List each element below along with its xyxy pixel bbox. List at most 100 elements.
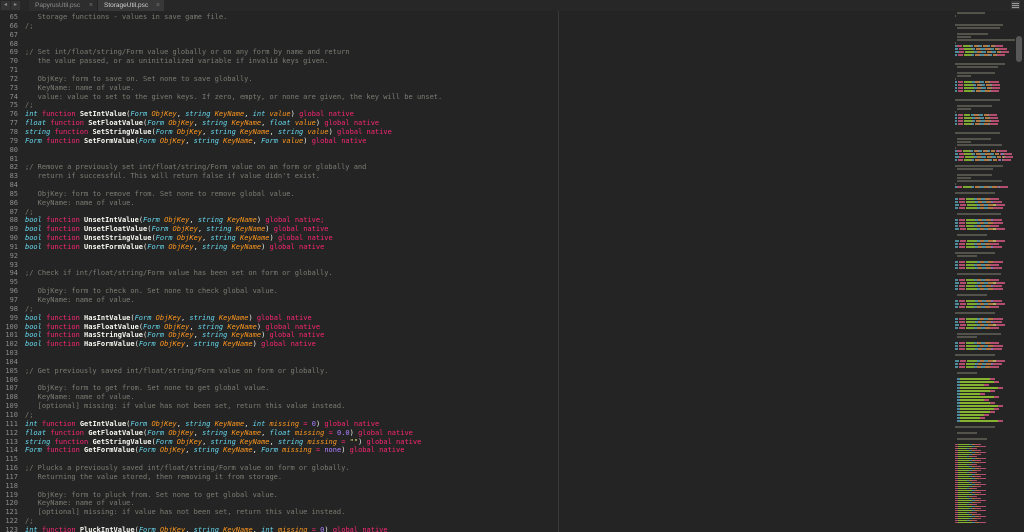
code-text: Returning the value stored, then removin… [25, 473, 282, 482]
minimap-segment [958, 474, 972, 475]
code-line[interactable]: 111int function GetIntValue(Form ObjKey,… [0, 420, 1024, 429]
minimap-segment [955, 264, 958, 266]
minimap-segment [955, 318, 958, 320]
code-line[interactable]: 79Form function SetFormValue(Form ObjKey… [0, 137, 1024, 146]
minimap-segment [955, 285, 958, 287]
code-line[interactable]: 78string function SetStringValue(Form Ob… [0, 128, 1024, 137]
code-line[interactable]: 95 [0, 278, 1024, 287]
code-line[interactable]: 87/; [0, 208, 1024, 217]
code-line[interactable]: 89bool function UnsetFloatValue(Form Obj… [0, 225, 1024, 234]
minimap-segment [972, 504, 977, 505]
minimap[interactable] [955, 12, 1015, 532]
code-line[interactable]: 90bool function UnsetStringValue(Form Ob… [0, 234, 1024, 243]
line-number: 71 [0, 66, 18, 75]
code-line[interactable]: 74 value: value to set to the given keys… [0, 93, 1024, 102]
code-editing-area[interactable]: 65 Storage functions - values in save ga… [0, 11, 1024, 532]
minimap-segment [975, 470, 981, 471]
code-line[interactable]: 96 ObjKey: form to check on. Set none to… [0, 287, 1024, 296]
minimap-segment [990, 81, 999, 83]
code-line[interactable]: 80 [0, 146, 1024, 155]
code-line[interactable]: 97 KeyName: name of value. [0, 296, 1024, 305]
code-line[interactable]: 120 KeyName: name of value. [0, 499, 1024, 508]
code-line[interactable]: 68 [0, 40, 1024, 49]
code-line[interactable]: 91bool function UnsetFormValue(Form ObjK… [0, 243, 1024, 252]
minimap-segment [966, 366, 974, 368]
code-line[interactable]: 121 [optional] missing: if value has not… [0, 508, 1024, 517]
code-line[interactable]: 84 [0, 181, 1024, 190]
code-line[interactable]: 103 [0, 349, 1024, 358]
code-line[interactable]: 101bool function HasStringValue(Form Obj… [0, 331, 1024, 340]
code-line[interactable]: 123int function PluckIntValue(Form ObjKe… [0, 526, 1024, 532]
scrollbar-thumb[interactable] [1016, 36, 1022, 62]
code-line[interactable]: 83 return if successful. This will retur… [0, 172, 1024, 181]
code-line[interactable]: 92 [0, 252, 1024, 261]
minimap-segment [960, 420, 998, 422]
minimap-segment [966, 261, 977, 263]
code-line[interactable]: 65 Storage functions - values in save ga… [0, 13, 1024, 22]
code-line[interactable]: 99bool function HasIntValue(Form ObjKey,… [0, 314, 1024, 323]
code-line[interactable]: 88bool function UnsetIntValue(Form ObjKe… [0, 216, 1024, 225]
code-line[interactable]: 93 [0, 261, 1024, 270]
code-line[interactable]: 82;/ Remove a previously set int/float/s… [0, 163, 1024, 172]
minimap-segment [966, 264, 974, 266]
overflow-menu-icon[interactable] [1011, 1, 1020, 9]
code-line[interactable]: 107 ObjKey: form to get from. Set none t… [0, 384, 1024, 393]
tab-scroll-right-icon[interactable]: ▸ [11, 1, 20, 10]
code-line[interactable]: 86 KeyName: name of value. [0, 199, 1024, 208]
code-line[interactable]: 102bool function HasFormValue(Form ObjKe… [0, 340, 1024, 349]
code-line[interactable]: 66/; [0, 22, 1024, 31]
code-text: bool function HasFloatValue(Form ObjKey,… [25, 323, 320, 332]
code-line[interactable]: 122/; [0, 517, 1024, 526]
code-line[interactable]: 81 [0, 155, 1024, 164]
code-line[interactable]: 108 KeyName: name of value. [0, 393, 1024, 402]
minimap-segment [959, 264, 965, 266]
code-line[interactable]: 117 Returning the value stored, then rem… [0, 473, 1024, 482]
code-line[interactable]: 98/; [0, 305, 1024, 314]
code-line[interactable]: 72 ObjKey: form to save on. Set none to … [0, 75, 1024, 84]
code-line[interactable]: 119 ObjKey: form to pluck from. Set none… [0, 491, 1024, 500]
minimap-segment [1000, 186, 1008, 188]
code-line[interactable]: 69;/ Set int/float/string/Form value glo… [0, 48, 1024, 57]
code-line[interactable]: 76int function SetIntValue(Form ObjKey, … [0, 110, 1024, 119]
tab-scroll-left-icon[interactable]: ◂ [1, 1, 10, 10]
minimap-segment [964, 153, 972, 155]
tab-papyrusutil[interactable]: PapyrusUtil.psc × [29, 0, 98, 11]
code-line[interactable]: 112float function GetFloatValue(Form Obj… [0, 429, 1024, 438]
code-line[interactable]: 106 [0, 376, 1024, 385]
line-number: 78 [0, 128, 18, 137]
code-line[interactable]: 94;/ Check if int/float/string/Form valu… [0, 269, 1024, 278]
code-line[interactable]: 116;/ Plucks a previously saved int/floa… [0, 464, 1024, 473]
code-line[interactable]: 104 [0, 358, 1024, 367]
code-line[interactable]: 85 ObjKey: form to remove from. Set none… [0, 190, 1024, 199]
code-line[interactable]: 115 [0, 455, 1024, 464]
code-line[interactable]: 75/; [0, 101, 1024, 110]
code-line[interactable]: 113string function GetStringValue(Form O… [0, 438, 1024, 447]
scrollbar-track[interactable] [1016, 11, 1024, 532]
code-line[interactable]: 73 KeyName: name of value. [0, 84, 1024, 93]
minimap-segment [959, 207, 965, 209]
close-icon[interactable]: × [89, 2, 93, 9]
minimap-segment [979, 506, 986, 507]
minimap-segment [957, 141, 971, 143]
code-text: /; [25, 101, 33, 110]
minimap-segment [974, 87, 976, 89]
code-line[interactable]: 67 [0, 31, 1024, 40]
code-line[interactable]: 114Form function GetFormValue(Form ObjKe… [0, 446, 1024, 455]
minimap-segment [979, 484, 986, 485]
minimap-segment [955, 207, 958, 209]
close-icon[interactable]: × [156, 2, 160, 9]
minimap-segment [957, 150, 962, 152]
code-line[interactable]: 118 [0, 482, 1024, 491]
code-line[interactable]: 71 [0, 66, 1024, 75]
minimap-segment [960, 402, 990, 404]
minimap-segment [955, 147, 956, 149]
code-text: /; [25, 208, 33, 217]
code-line[interactable]: 110/; [0, 411, 1024, 420]
code-line[interactable]: 77float function SetFloatValue(Form ObjK… [0, 119, 1024, 128]
code-line[interactable]: 105;/ Get previously saved int/float/str… [0, 367, 1024, 376]
tab-storageutil[interactable]: StorageUtil.psc × [98, 0, 164, 11]
code-line[interactable]: 100bool function HasFloatValue(Form ObjK… [0, 323, 1024, 332]
code-text: /; [25, 305, 33, 314]
code-line[interactable]: 109 [optional] missing: if value has not… [0, 402, 1024, 411]
code-line[interactable]: 70 the value passed, or as uninitialized… [0, 57, 1024, 66]
